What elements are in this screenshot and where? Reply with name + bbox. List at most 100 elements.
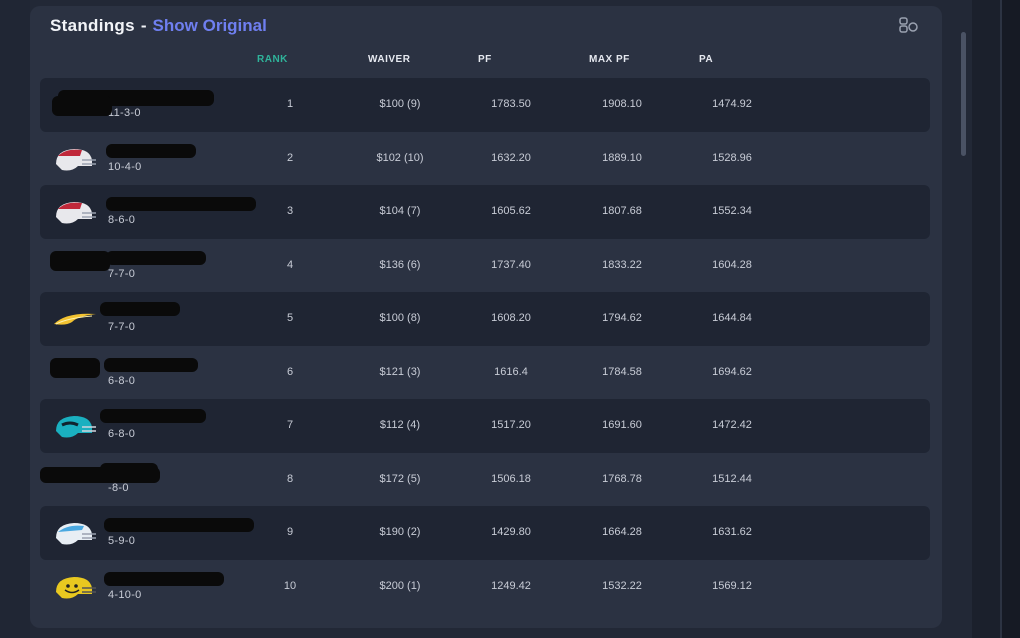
redaction-mark: [50, 357, 100, 378]
standings-row[interactable]: 6-8-0 7 $112 (4) 1517.20 1691.60 1472.42: [40, 399, 930, 453]
pf-cell: 1517.20: [491, 419, 531, 431]
rank-cell: 8: [286, 472, 294, 485]
redaction-mark: [104, 518, 254, 532]
team-record: 11-3-0: [108, 107, 141, 119]
right-edge: [1000, 0, 1020, 638]
pf-cell: 1506.18: [491, 472, 531, 485]
team-cell[interactable]: 7-7-0: [40, 239, 260, 293]
yellow-smiley-helmet-icon: [52, 574, 98, 602]
rank-cell: 2: [286, 151, 294, 164]
column-headers: RANK WAIVER PF MAX PF PA: [30, 54, 942, 74]
team-cell[interactable]: 8-6-0: [40, 185, 260, 239]
col-rank[interactable]: RANK: [257, 54, 288, 65]
team-cell[interactable]: 10-4-0: [40, 132, 260, 186]
pf-cell: 1249.42: [491, 579, 531, 592]
max-pf-cell: 1664.28: [602, 526, 642, 538]
team-cell[interactable]: 6-8-0: [40, 399, 260, 453]
waiver-cell: $100 (9): [379, 98, 421, 110]
col-pf[interactable]: PF: [478, 54, 492, 65]
team-cell[interactable]: 11-3-0: [40, 78, 260, 132]
pf-cell: 1616.4: [494, 365, 528, 378]
waiver-cell: $100 (8): [379, 312, 421, 324]
redaction-mark: [52, 96, 112, 116]
pa-cell: 1528.96: [712, 151, 752, 164]
pf-cell: 1783.50: [491, 98, 531, 110]
scrollbar-thumb[interactable]: [961, 32, 966, 156]
waiver-cell: $190 (2): [379, 526, 421, 538]
right-rail: [972, 0, 1002, 638]
col-max-pf[interactable]: MAX PF: [589, 54, 630, 65]
team-record: 8-6-0: [108, 214, 136, 226]
waiver-cell: $172 (5): [379, 472, 421, 485]
standings-row[interactable]: 4-10-0 10 $200 (1) 1249.42 1532.22 1569.12: [40, 560, 930, 614]
red-white-helmet-icon: [52, 146, 98, 174]
standings-panel: Standings - Show Original RANK WAIVER PF…: [30, 6, 942, 628]
max-pf-cell: 1807.68: [602, 205, 642, 217]
redaction-mark: [106, 143, 196, 158]
show-original-link[interactable]: Show Original: [153, 16, 267, 36]
red-white-helmet-icon: [52, 199, 98, 227]
team-record: 10-4-0: [108, 160, 142, 173]
team-cell[interactable]: 7-7-0: [40, 292, 260, 346]
standings-rows: 11-3-0 1 $100 (9) 1783.50 1908.10 1474.92 10-4…: [40, 78, 930, 613]
redaction-mark: [106, 250, 206, 265]
panel-title: Standings: [50, 16, 135, 35]
rank-cell: 5: [286, 312, 294, 324]
standings-row[interactable]: 6-8-0 6 $121 (3) 1616.4 1784.58 1694.62: [40, 346, 930, 400]
teal-helmet-icon: [52, 413, 98, 441]
redaction-mark: [104, 571, 224, 586]
team-record: 6-8-0: [108, 374, 136, 387]
redaction-mark: [104, 357, 198, 372]
lightning-bolt-icon: [52, 306, 98, 334]
col-waiver[interactable]: WAIVER: [368, 54, 410, 65]
pf-cell: 1605.62: [491, 205, 531, 217]
col-pa[interactable]: PA: [699, 54, 713, 65]
panel-header: Standings - Show Original: [50, 16, 267, 38]
left-gutter: [0, 0, 30, 638]
team-cell[interactable]: -8-0: [40, 453, 260, 507]
standings-row[interactable]: -8-0 8 $172 (5) 1506.18 1768.78 1512.44: [40, 453, 930, 507]
max-pf-cell: 1908.10: [602, 98, 642, 110]
pf-cell: 1737.40: [491, 258, 531, 271]
waiver-cell: $136 (6): [379, 258, 421, 271]
standings-row[interactable]: 11-3-0 1 $100 (9) 1783.50 1908.10 1474.92: [40, 78, 930, 132]
title-separator: -: [140, 16, 147, 35]
waiver-cell: $121 (3): [379, 365, 421, 378]
standings-row[interactable]: 10-4-0 2 $102 (10) 1632.20 1889.10 1528.96: [40, 132, 930, 186]
rank-cell: 7: [286, 419, 294, 431]
team-cell[interactable]: 6-8-0: [40, 346, 260, 400]
rank-cell: 10: [283, 579, 297, 592]
redaction-mark: [100, 302, 180, 316]
light-blue-helmet-icon: [52, 520, 98, 548]
pf-cell: 1632.20: [491, 151, 531, 164]
max-pf-cell: 1889.10: [602, 151, 642, 164]
waiver-cell: $102 (10): [376, 151, 424, 164]
team-cell[interactable]: 4-10-0: [40, 560, 260, 614]
team-record: 7-7-0: [108, 267, 136, 280]
standings-row[interactable]: 5-9-0 9 $190 (2) 1429.80 1664.28 1631.62: [40, 506, 930, 560]
pa-cell: 1512.44: [712, 472, 752, 485]
rank-cell: 9: [286, 526, 294, 538]
redaction-mark: [106, 197, 256, 211]
redaction-mark: [50, 250, 110, 271]
team-cell[interactable]: 5-9-0: [40, 506, 260, 560]
max-pf-cell: 1794.62: [602, 312, 642, 324]
waiver-cell: $112 (4): [379, 419, 421, 431]
team-record: 7-7-0: [108, 321, 136, 333]
view-toggle-icon[interactable]: [898, 16, 920, 34]
pa-cell: 1604.28: [712, 258, 752, 271]
pa-cell: 1474.92: [712, 98, 752, 110]
pa-cell: 1569.12: [712, 579, 752, 592]
team-record: 6-8-0: [108, 428, 136, 440]
pa-cell: 1694.62: [712, 365, 752, 378]
redaction-mark: [100, 409, 206, 423]
team-record: 5-9-0: [108, 535, 136, 547]
standings-row[interactable]: 8-6-0 3 $104 (7) 1605.62 1807.68 1552.34: [40, 185, 930, 239]
standings-row[interactable]: 7-7-0 5 $100 (8) 1608.20 1794.62 1644.84: [40, 292, 930, 346]
max-pf-cell: 1784.58: [602, 365, 642, 378]
waiver-cell: $200 (1): [379, 579, 421, 592]
standings-row[interactable]: 7-7-0 4 $136 (6) 1737.40 1833.22 1604.28: [40, 239, 930, 293]
rank-cell: 4: [286, 258, 294, 271]
max-pf-cell: 1691.60: [602, 419, 642, 431]
standings-page: Standings - Show Original RANK WAIVER PF…: [0, 0, 1020, 638]
